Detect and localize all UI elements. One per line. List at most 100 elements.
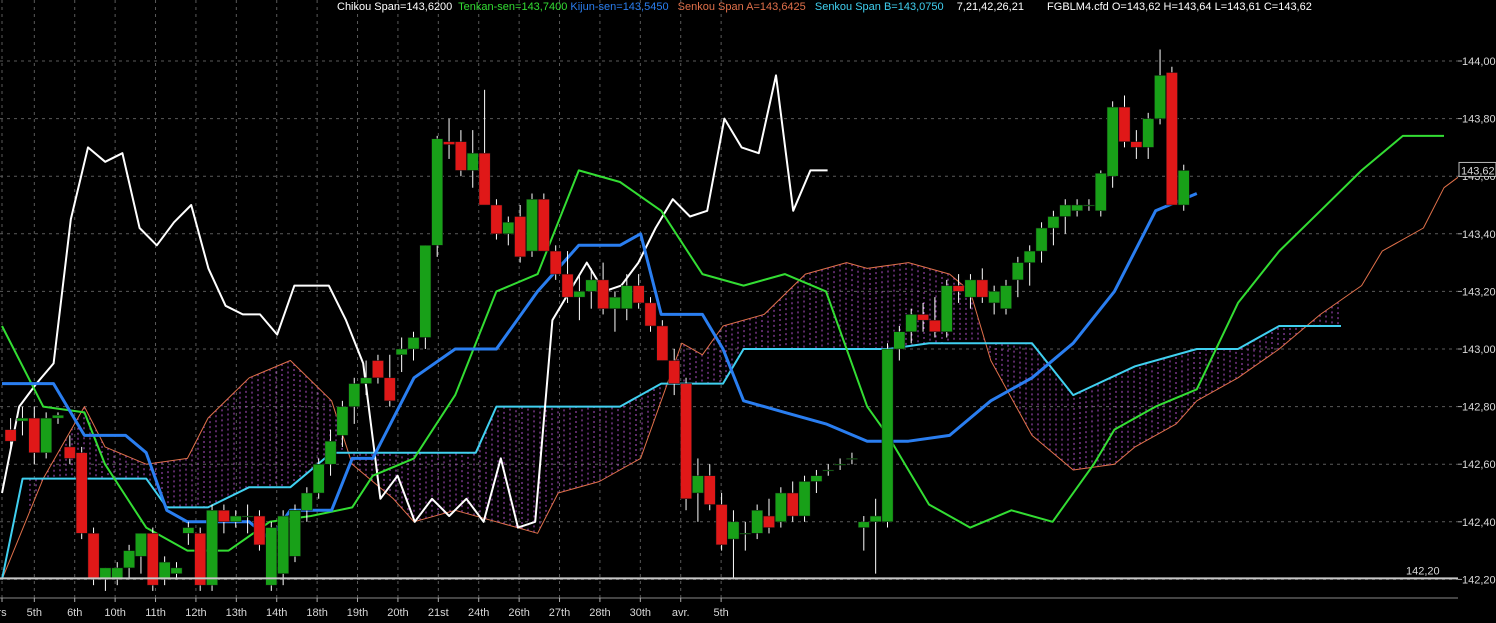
- bull-candle-body: [158, 561, 171, 580]
- y-tick-label: 143,40: [1462, 229, 1496, 241]
- x-tick-label: 21st: [428, 607, 449, 619]
- candle: [490, 199, 503, 240]
- bear-candle-body: [490, 204, 503, 235]
- last-price-label: 143,62: [1461, 165, 1495, 177]
- candle: [194, 527, 207, 591]
- candle: [431, 135, 444, 257]
- bull-candle-body: [407, 337, 420, 350]
- bull-candle-body: [964, 279, 977, 298]
- bull-candle-body: [123, 550, 135, 569]
- bull-candle-body: [1023, 250, 1036, 263]
- bear-candle-body: [929, 319, 941, 332]
- bull-candle-body: [692, 475, 704, 494]
- candle: [940, 279, 953, 338]
- candle: [656, 320, 669, 361]
- bull-candle-body: [16, 417, 29, 422]
- bear-candle-body: [218, 510, 230, 523]
- bull-candle-body: [1106, 106, 1119, 177]
- candle: [798, 475, 811, 522]
- bull-candle-body: [502, 222, 515, 235]
- bear-candle-body: [668, 360, 681, 384]
- bear-candle-body: [443, 141, 455, 145]
- bull-candle-body: [206, 510, 218, 586]
- bull-candle-body: [822, 469, 835, 472]
- bear-candle-body: [146, 533, 159, 586]
- bull-candle-body: [857, 521, 870, 528]
- bull-candle-body: [798, 481, 811, 517]
- x-tick-label: 19th: [347, 607, 368, 619]
- candle: [1106, 101, 1119, 188]
- level-label: 142,20: [1406, 565, 1440, 577]
- bull-candle-body: [905, 314, 918, 332]
- bear-candle-body: [917, 314, 929, 321]
- candle: [40, 412, 52, 459]
- bull-candle-body: [182, 527, 195, 534]
- x-tick-label: 14th: [266, 607, 287, 619]
- bear-candle-body: [194, 533, 207, 586]
- price-axis: [1458, 0, 1496, 600]
- bear-candle-body: [561, 273, 574, 298]
- candle: [419, 245, 432, 349]
- candle: [75, 446, 88, 540]
- bear-candle-body: [680, 383, 692, 500]
- y-tick-label: 142,20: [1462, 574, 1496, 586]
- bull-candle-body: [229, 515, 242, 523]
- x-tick-label: 13th: [226, 607, 247, 619]
- bull-candle-body: [348, 383, 361, 407]
- x-tick-label: 12th: [185, 607, 206, 619]
- x-tick-label: 5th: [713, 607, 728, 619]
- x-tick-label: 10th: [104, 607, 125, 619]
- bull-candle-body: [170, 567, 183, 574]
- candle: [87, 527, 100, 586]
- bull-candle-body: [336, 406, 349, 436]
- last-price-marker: 143,62: [1458, 161, 1496, 177]
- bull-candle-body: [289, 510, 301, 557]
- bull-candle-body: [1071, 204, 1083, 212]
- legend-senkou-a: Senkou Span A=143,6425: [678, 1, 806, 13]
- x-tick-label: 20th: [387, 607, 408, 619]
- bull-candle-body: [1047, 216, 1060, 229]
- bear-candle-body: [952, 285, 965, 292]
- y-tick-label: 142,60: [1462, 459, 1496, 471]
- bear-candle-body: [64, 446, 76, 459]
- bear-candle-body: [383, 377, 396, 402]
- y-tick-label: 142,80: [1462, 402, 1496, 414]
- candle: [265, 521, 278, 591]
- bull-candle-body: [1012, 262, 1024, 281]
- bull-candle-body: [620, 285, 633, 309]
- bear-candle-body: [763, 515, 775, 528]
- bull-candle-body: [1154, 75, 1166, 119]
- legend-tenkan: Tenkan-sen=143,7400: [458, 1, 567, 13]
- bull-candle-body: [869, 515, 882, 523]
- y-tick-label: 144,00: [1462, 56, 1496, 68]
- bull-candle-body: [881, 348, 894, 523]
- bull-candle-body: [1059, 204, 1072, 217]
- legend-senkou-b: Senkou Span B=143,0750: [815, 1, 944, 13]
- candle: [775, 487, 787, 528]
- bull-candle-body: [241, 515, 254, 518]
- x-tick-label: 24th: [468, 607, 489, 619]
- legend-ohlc: FGBLM4.cfd O=143,62 H=143,64 L=143,61 C=…: [1047, 1, 1312, 13]
- bear-candle-body: [1130, 141, 1143, 148]
- bull-candle-body: [988, 291, 1000, 304]
- candle: [1166, 66, 1178, 206]
- x-tick-label: 6th: [67, 607, 82, 619]
- bear-candle-body: [976, 279, 989, 298]
- candle: [1177, 164, 1190, 211]
- bull-candle-body: [526, 198, 538, 252]
- bear-candle-body: [715, 504, 728, 546]
- bull-candle-body: [265, 527, 278, 586]
- bull-candle-body: [277, 515, 289, 574]
- bear-candle-body: [644, 302, 657, 327]
- candle: [881, 343, 894, 528]
- bull-candle-body: [466, 152, 479, 171]
- bull-candle-body: [739, 533, 752, 535]
- bull-candle-body: [324, 440, 337, 465]
- bull-candle-body: [1035, 227, 1048, 252]
- bull-candle-body: [573, 291, 586, 298]
- x-tick-label: 5th: [27, 607, 42, 619]
- y-tick-label: 143,80: [1462, 114, 1496, 126]
- bull-candle-body: [312, 463, 325, 494]
- candle: [253, 510, 266, 551]
- bear-candle-body: [87, 533, 100, 580]
